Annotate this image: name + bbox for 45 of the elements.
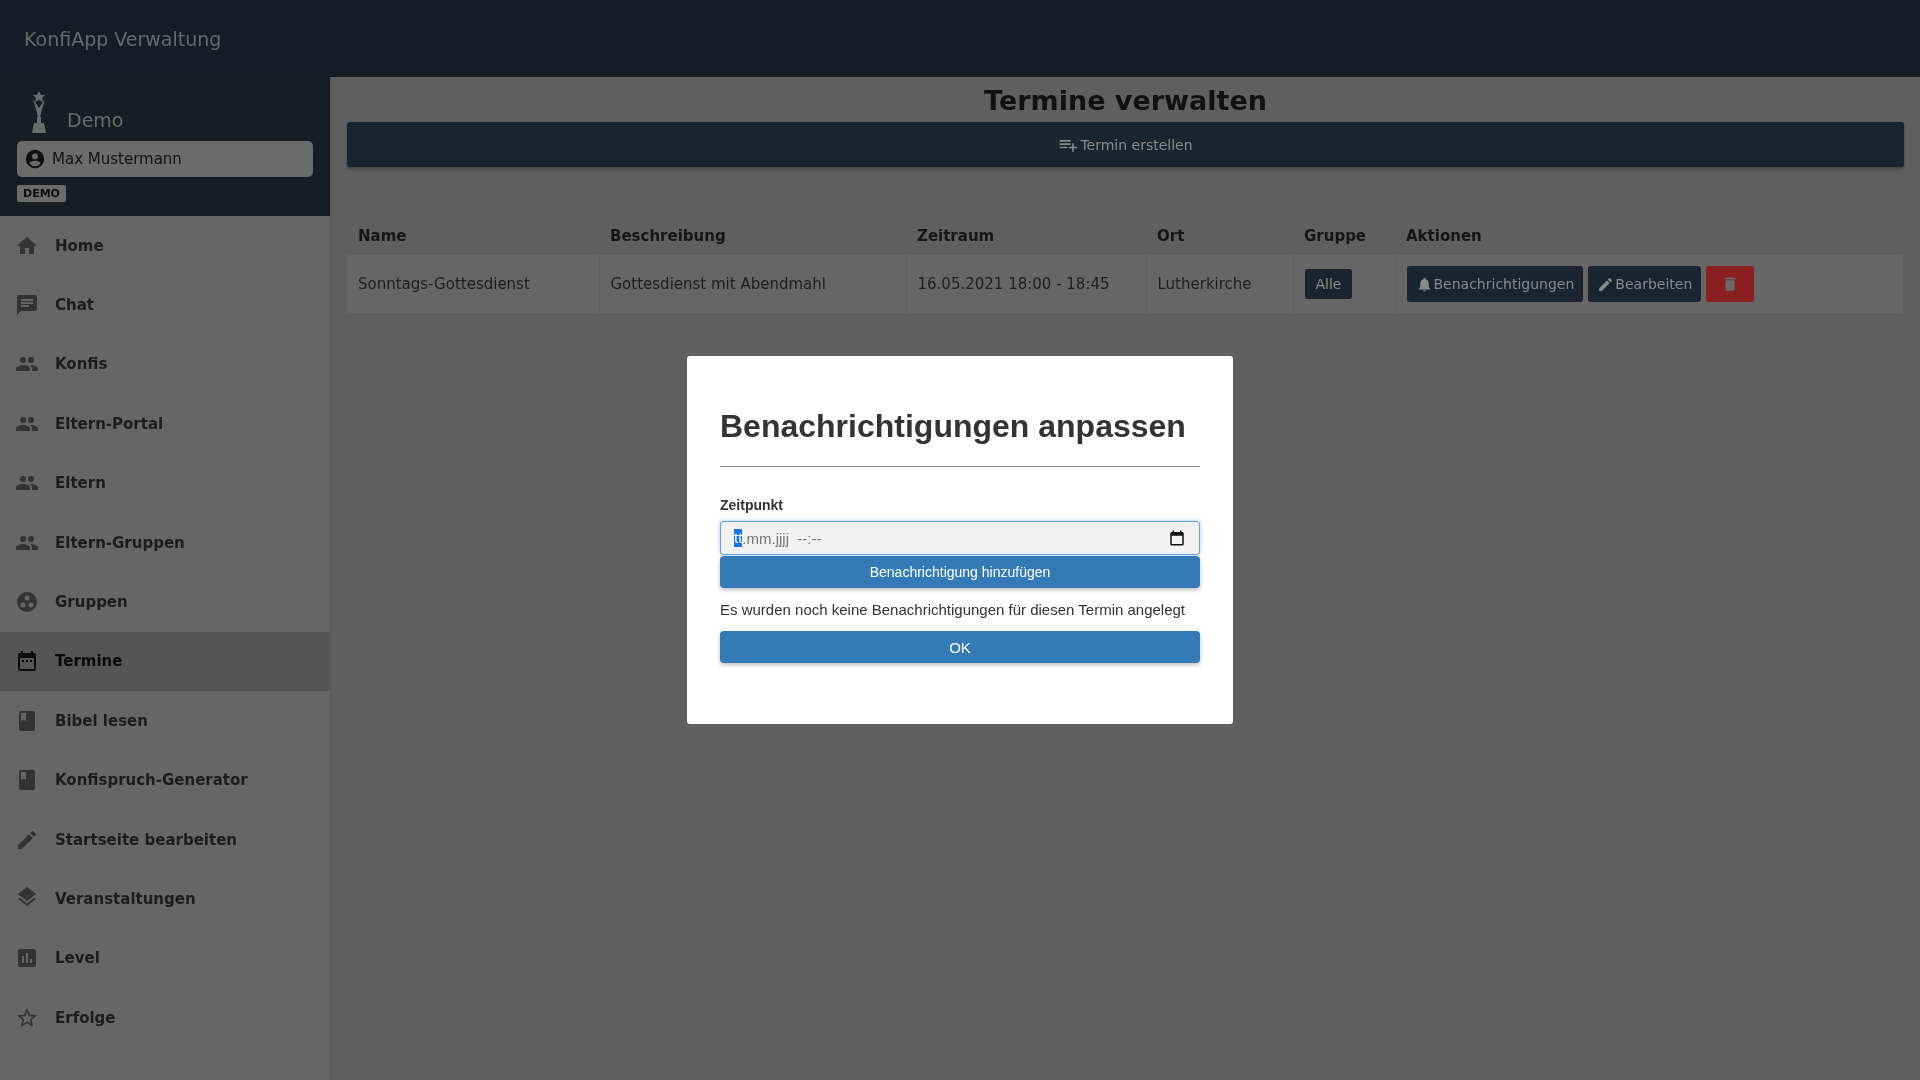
nav-item[interactable]: Gruppen bbox=[0, 572, 330, 632]
nav-item[interactable]: Home bbox=[0, 216, 330, 276]
edit-button[interactable]: Bearbeiten bbox=[1588, 266, 1702, 302]
nav-item[interactable]: Veranstaltungen bbox=[0, 869, 330, 929]
column-header: Ort bbox=[1146, 217, 1293, 255]
add-notification-button[interactable]: Benachrichtigung hinzufügen bbox=[720, 556, 1200, 588]
demo-badge: DEMO bbox=[17, 185, 66, 202]
column-header: Beschreibung bbox=[599, 217, 906, 255]
dialog-title: Benachrichtigungen anpassen bbox=[720, 407, 1187, 446]
calendar-icon[interactable] bbox=[1168, 529, 1186, 547]
nav-item[interactable]: Eltern-Portal bbox=[0, 394, 330, 454]
field-label: Zeitpunkt bbox=[720, 497, 784, 513]
notifications-button[interactable]: Benachrichtigungen bbox=[1406, 266, 1584, 302]
table-cell: 16.05.2021 18:00 - 18:45 bbox=[906, 255, 1146, 313]
trophy-icon bbox=[29, 91, 49, 133]
table-cell: Gottesdienst mit Abendmahl bbox=[599, 255, 906, 313]
organization-name: Demo bbox=[67, 109, 124, 133]
column-header: Gruppe bbox=[1293, 217, 1395, 255]
nav-item[interactable]: Konfis bbox=[0, 334, 330, 395]
nav-item[interactable]: Chat bbox=[0, 275, 330, 335]
column-header: Name bbox=[347, 217, 599, 255]
group-tag: Alle bbox=[1304, 269, 1353, 299]
nav-item[interactable]: Startseite bearbeiten bbox=[0, 809, 330, 870]
nav-item[interactable]: Eltern-Gruppen bbox=[0, 512, 330, 573]
app-title: KonfiApp Verwaltung bbox=[24, 27, 222, 50]
account-icon bbox=[24, 148, 46, 170]
pencil-icon bbox=[1597, 275, 1615, 293]
circles-icon bbox=[15, 590, 39, 615]
column-header: Aktionen bbox=[1395, 217, 1904, 255]
nav-item[interactable]: Termine bbox=[0, 631, 330, 692]
column-header: Zeitraum bbox=[906, 217, 1146, 255]
page-title: Termine verwalten bbox=[984, 85, 1267, 116]
nav-item[interactable]: Konfispruch-Generator bbox=[0, 750, 330, 810]
ok-button[interactable]: OK bbox=[720, 631, 1200, 663]
user-field[interactable]: Max Mustermann bbox=[17, 141, 313, 177]
nav-item[interactable]: Eltern bbox=[0, 453, 330, 513]
empty-message: Es wurden noch keine Benachrichtigungen für diesen Termin angelegt bbox=[720, 601, 1187, 618]
create-appointment-button[interactable]: Termin erstellen bbox=[347, 122, 1904, 167]
nav-item[interactable]: Bibel lesen bbox=[0, 691, 330, 751]
chat-icon bbox=[15, 293, 39, 318]
table-cell: Sonntags-Gottesdienst bbox=[347, 255, 599, 313]
nav-item[interactable]: Level bbox=[0, 928, 330, 989]
calendar-icon bbox=[15, 649, 39, 674]
table-cell: Lutherkirche bbox=[1146, 255, 1293, 313]
nav-item[interactable]: Erfolge bbox=[0, 988, 330, 1048]
